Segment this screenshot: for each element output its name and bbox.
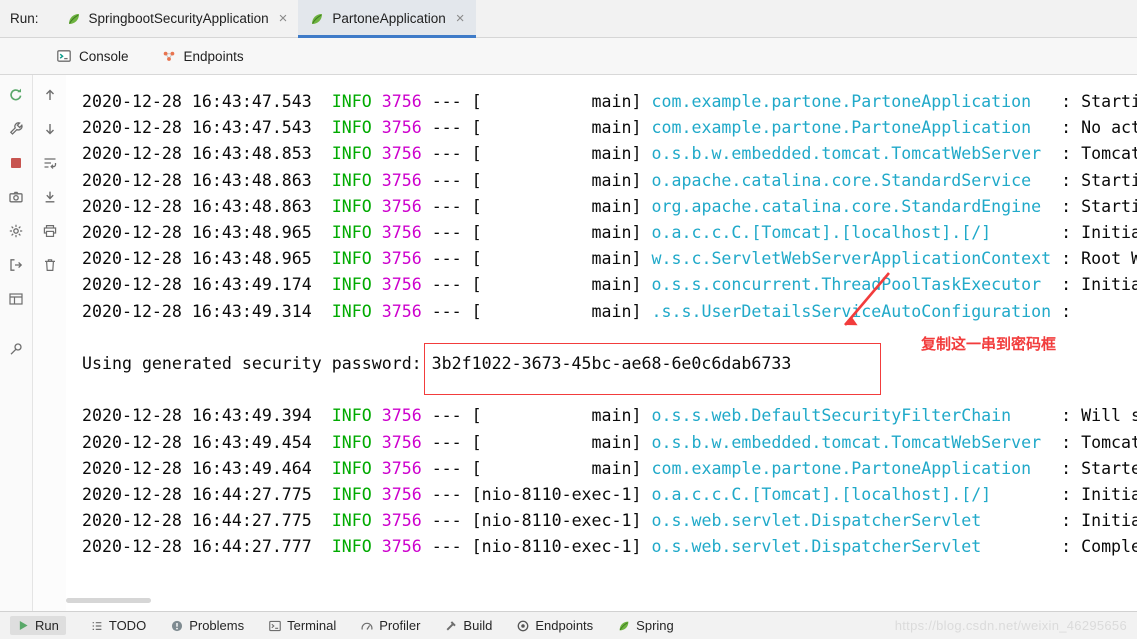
run-tab-springboot-security[interactable]: SpringbootSecurityApplication × (55, 0, 299, 37)
todo-icon (90, 619, 104, 633)
exit-icon[interactable] (3, 253, 29, 277)
statusbar-label: TODO (108, 618, 147, 633)
run-tab-label: PartoneApplication (332, 11, 446, 26)
build-hammer-icon (444, 619, 458, 633)
run-window-content: 2020-12-28 16:43:47.543 INFO 3756 --- [ … (0, 75, 1137, 612)
camera-icon[interactable] (3, 185, 29, 209)
log-line: 2020-12-28 16:43:48.853 INFO 3756 --- [ … (82, 144, 1137, 164)
gear-icon[interactable] (3, 219, 29, 243)
log-line: 2020-12-28 16:44:27.775 INFO 3756 --- [n… (82, 485, 1137, 505)
statusbar-label: Terminal (287, 618, 337, 633)
log-line: 2020-12-28 16:43:48.863 INFO 3756 --- [ … (82, 196, 1137, 216)
statusbar-label: Endpoints (535, 618, 594, 633)
statusbar-item-profiler[interactable]: Profiler (360, 618, 420, 633)
console-actions-toolbar (33, 75, 66, 612)
annotation-text: 复制这一串到密码框 (921, 336, 1057, 353)
soft-wrap-icon[interactable] (37, 151, 63, 175)
statusbar-label: Run (35, 618, 59, 633)
endpoints-icon (516, 619, 530, 633)
log-line: 2020-12-28 16:43:47.543 INFO 3756 --- [ … (82, 118, 1137, 138)
restore-layout-icon[interactable] (3, 287, 29, 311)
tab-console-label: Console (79, 48, 129, 64)
run-tab-label: SpringbootSecurityApplication (88, 11, 269, 26)
generated-password: 3b2f1022-3673-45bc-ae68-6e0c6dab6733 (431, 354, 792, 374)
tab-endpoints-label: Endpoints (183, 48, 244, 64)
run-label: Run: (10, 11, 39, 26)
log-line: 2020-12-28 16:43:49.464 INFO 3756 --- [ … (82, 458, 1137, 478)
statusbar-item-spring[interactable]: Spring (617, 618, 674, 633)
statusbar-label: Spring (636, 618, 674, 633)
statusbar-item-build[interactable]: Build (444, 618, 492, 633)
statusbar-label: Profiler (379, 618, 421, 633)
terminal-icon (268, 619, 282, 633)
log-line: 2020-12-28 16:43:49.394 INFO 3756 --- [ … (82, 406, 1137, 426)
run-tool-window-bar: Run: SpringbootSecurityApplication × Par… (0, 0, 1137, 38)
tab-console[interactable]: Console (56, 48, 129, 64)
log-line: 2020-12-28 16:44:27.775 INFO 3756 --- [n… (82, 511, 1137, 531)
scroll-to-end-icon[interactable] (37, 185, 63, 209)
horizontal-scrollbar[interactable] (66, 598, 151, 603)
console-log: 2020-12-28 16:43:47.543 INFO 3756 --- [ … (66, 75, 1137, 561)
statusbar-item-endpoints[interactable]: Endpoints (516, 618, 593, 633)
stop-button[interactable] (3, 151, 29, 175)
wrench-icon[interactable] (3, 117, 29, 141)
spring-boot-icon (66, 11, 82, 27)
pin-icon[interactable] (3, 337, 29, 361)
profiler-icon (360, 619, 374, 633)
close-tab-icon[interactable]: × (279, 11, 288, 26)
tab-endpoints[interactable]: Endpoints (161, 48, 244, 64)
run-tab-partone[interactable]: PartoneApplication × (298, 0, 476, 38)
spring-boot-icon (309, 11, 325, 27)
printer-icon[interactable] (37, 219, 63, 243)
close-tab-icon[interactable]: × (456, 11, 465, 26)
watermark: https://blog.csdn.net/weixin_46295656 (894, 618, 1127, 633)
statusbar-label: Problems (189, 618, 245, 633)
console-output[interactable]: 2020-12-28 16:43:47.543 INFO 3756 --- [ … (66, 75, 1137, 612)
log-line: 2020-12-28 16:43:48.965 INFO 3756 --- [ … (82, 223, 1137, 243)
run-actions-toolbar (0, 75, 33, 612)
log-line: 2020-12-28 16:43:49.454 INFO 3756 --- [ … (82, 432, 1137, 452)
run-icon (17, 619, 30, 632)
arrow-up-icon[interactable] (37, 83, 63, 107)
password-line: Using generated security password: 3b2f1… (82, 354, 792, 374)
log-line: 2020-12-28 16:43:47.543 INFO 3756 --- [ … (82, 92, 1137, 111)
trash-icon[interactable] (37, 253, 63, 277)
log-line: 2020-12-28 16:44:27.777 INFO 3756 --- [n… (82, 537, 1137, 557)
endpoints-dots-icon (161, 48, 177, 64)
rerun-button[interactable] (3, 83, 29, 107)
console-icon (56, 48, 72, 64)
spring-leaf-icon (617, 619, 631, 633)
log-line: 2020-12-28 16:43:48.863 INFO 3756 --- [ … (82, 170, 1137, 190)
arrow-down-icon[interactable] (37, 117, 63, 141)
statusbar-item-run[interactable]: Run (10, 616, 66, 635)
problems-icon (170, 619, 184, 633)
statusbar-item-problems[interactable]: Problems (170, 618, 244, 633)
console-view-bar: Console Endpoints (0, 38, 1137, 75)
log-line: 2020-12-28 16:43:49.314 INFO 3756 --- [ … (82, 301, 1082, 321)
log-line: 2020-12-28 16:43:49.174 INFO 3756 --- [ … (82, 275, 1137, 295)
statusbar-item-terminal[interactable]: Terminal (268, 618, 336, 633)
statusbar-item-todo[interactable]: TODO (90, 618, 146, 633)
statusbar-label: Build (463, 618, 493, 633)
log-line: 2020-12-28 16:43:48.965 INFO 3756 --- [ … (82, 249, 1137, 269)
